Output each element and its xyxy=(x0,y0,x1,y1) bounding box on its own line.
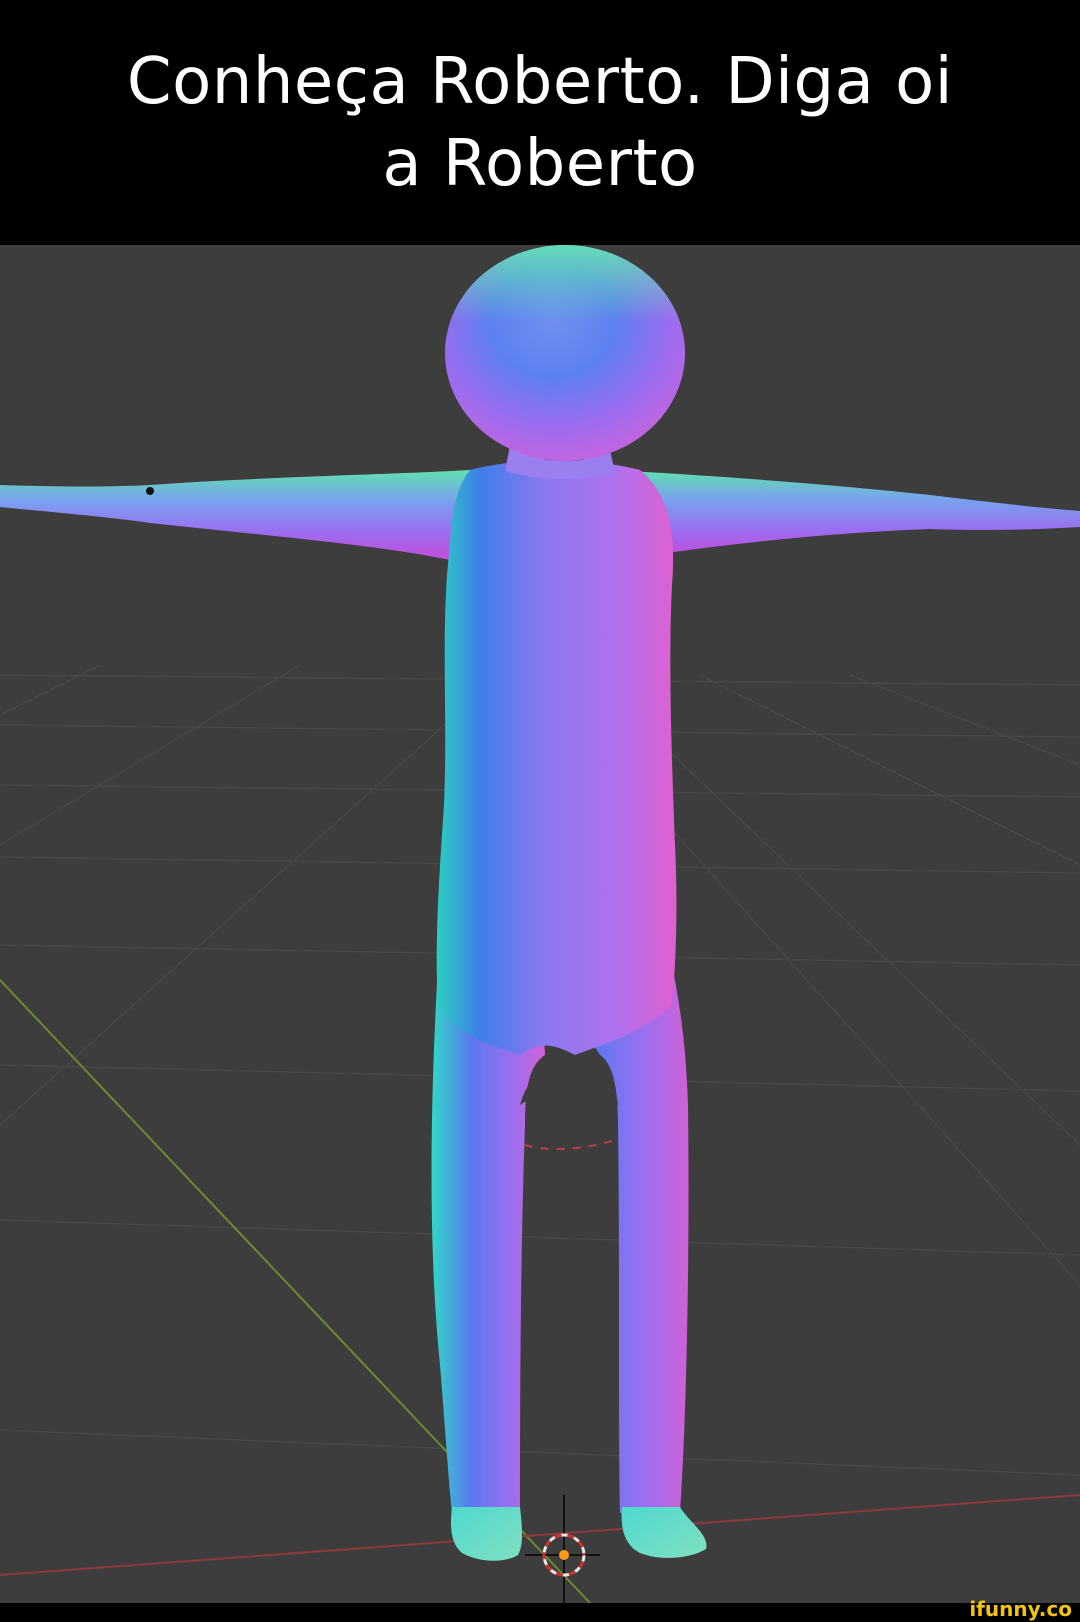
right-foot xyxy=(621,1507,707,1558)
right-arm xyxy=(610,470,1080,557)
head-highlight xyxy=(445,245,685,461)
blender-viewport[interactable] xyxy=(0,245,1080,1603)
left-foot xyxy=(451,1507,522,1561)
left-arm xyxy=(0,470,470,560)
ifunny-watermark: ifunny.co xyxy=(969,1597,1072,1621)
x-axis-line xyxy=(0,1494,1080,1576)
3d-cursor-icon xyxy=(525,1495,600,1603)
footer-bar xyxy=(0,1603,1080,1622)
arm-vertex-dot xyxy=(146,487,154,495)
torso xyxy=(436,460,677,1055)
origin-ring xyxy=(524,1139,616,1150)
meme-caption: Conheça Roberto. Diga oi a Roberto xyxy=(0,0,1080,245)
caption-text: Conheça Roberto. Diga oi a Roberto xyxy=(126,44,954,201)
